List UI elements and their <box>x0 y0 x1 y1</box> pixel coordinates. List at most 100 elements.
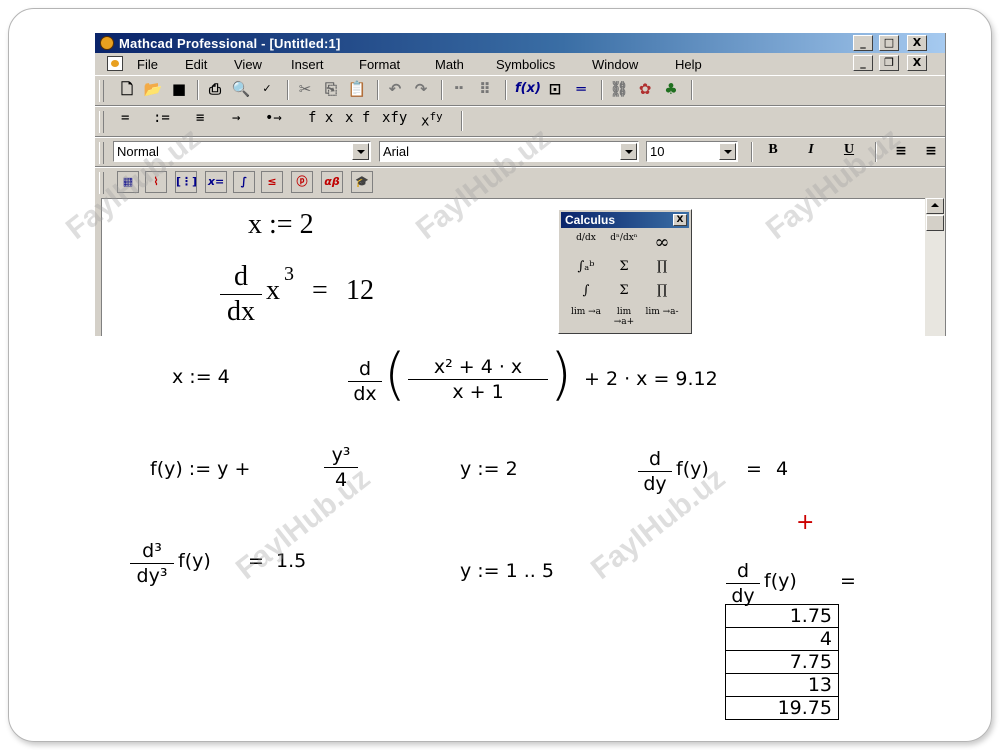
align-across-icon[interactable]: ⠒ <box>449 80 469 98</box>
calculus-palette-titlebar[interactable]: Calculus X <box>561 212 689 228</box>
vertical-scrollbar[interactable] <box>925 198 945 336</box>
spell-check-icon[interactable]: ✓ <box>257 80 277 98</box>
definite-integral-button[interactable]: ∫ₐᵇ <box>569 256 603 278</box>
cut-icon[interactable]: ✂ <box>295 80 315 98</box>
worksheet[interactable]: x := 2 d dx x 3 = 12 <box>101 198 926 336</box>
minimize-button[interactable]: _ <box>853 35 873 51</box>
symbolic-eval-button[interactable]: → <box>232 110 240 126</box>
scroll-up-icon[interactable] <box>926 198 944 214</box>
maximize-button[interactable]: □ <box>879 35 899 51</box>
toolbar-grip[interactable] <box>99 80 104 102</box>
font-size-select[interactable]: 10 <box>646 141 738 162</box>
menu-symbolics[interactable]: Symbolics <box>496 57 555 72</box>
menu-edit[interactable]: Edit <box>185 57 207 72</box>
undo-icon[interactable]: ↶ <box>385 80 405 98</box>
align-center-icon[interactable]: ≡ <box>921 142 941 160</box>
component-wizard-icon[interactable]: ✿ <box>635 80 655 98</box>
menu-window[interactable]: Window <box>592 57 638 72</box>
deriv-result: 1.5 <box>276 550 307 572</box>
palette-close-button[interactable]: X <box>673 214 687 226</box>
right-limit-button[interactable]: lim →a+ <box>607 306 641 329</box>
definition-button[interactable]: := <box>153 110 170 126</box>
treefix-operator-button[interactable]: xfy <box>421 110 443 130</box>
infix-operator-button[interactable]: xfy <box>382 110 407 126</box>
programming-palette-icon[interactable]: ⓟ <box>291 171 313 193</box>
save-icon[interactable]: ■ <box>169 80 189 98</box>
eq1-lhs: x <box>248 209 262 240</box>
graph-palette-icon[interactable]: ⌇ <box>145 171 167 193</box>
open-folder-icon[interactable]: 📂 <box>143 80 163 98</box>
doc-restore-button[interactable]: ❐ <box>879 55 899 71</box>
font-select[interactable]: Arial <box>379 141 639 162</box>
calculator-palette-icon[interactable]: ▦ <box>117 171 139 193</box>
doc-minimize-button[interactable]: _ <box>853 55 873 71</box>
menu-format[interactable]: Format <box>359 57 400 72</box>
copy-icon[interactable]: ⎘ <box>321 80 341 98</box>
eq-third-derivative: d³ dy³ f(y) = 1.5 <box>130 540 360 592</box>
document-icon[interactable] <box>107 56 123 71</box>
chevron-down-icon[interactable] <box>352 143 369 160</box>
greek-palette-icon[interactable]: αβ <box>321 171 343 193</box>
style-select[interactable]: Normal <box>113 141 371 162</box>
menu-math[interactable]: Math <box>435 57 464 72</box>
menu-view[interactable]: View <box>234 57 262 72</box>
range-product-button[interactable]: ∏ <box>645 280 679 302</box>
chevron-down-icon[interactable] <box>719 143 736 160</box>
eval-equals-button[interactable]: = <box>121 110 129 126</box>
derivative-button[interactable]: d/dx <box>569 232 603 255</box>
menu-insert[interactable]: Insert <box>291 57 324 72</box>
eq-x-define-2[interactable]: x := 2 <box>248 209 314 241</box>
product-button[interactable]: ∏ <box>645 256 679 278</box>
symbolic-palette-icon[interactable]: 🎓 <box>351 171 373 193</box>
menu-help[interactable]: Help <box>675 57 702 72</box>
calculus-palette-title: Calculus <box>565 213 616 227</box>
global-definition-button[interactable]: ≡ <box>196 110 204 126</box>
evaluation-palette-icon[interactable]: x= <box>205 171 227 193</box>
insert-function-icon[interactable]: f(x) <box>515 80 541 98</box>
underline-button[interactable]: U <box>839 142 859 158</box>
new-file-icon[interactable]: 🗋 <box>117 80 137 98</box>
calculate-icon[interactable]: ═ <box>571 80 591 98</box>
toolbar-grip[interactable] <box>99 172 104 194</box>
toolbar-separator <box>197 80 199 100</box>
eq-derivative-x3[interactable]: d dx x 3 = 12 <box>220 261 420 331</box>
insert-unit-icon[interactable]: ⊡ <box>545 80 565 98</box>
postfix-operator-button[interactable]: x f <box>345 110 370 126</box>
menu-file[interactable]: File <box>137 57 158 72</box>
left-paren: ( <box>384 342 406 407</box>
title-bar[interactable]: Mathcad Professional - [Untitled:1] _ □ … <box>95 33 945 53</box>
prefix-operator-button[interactable]: f x <box>308 110 333 126</box>
italic-button[interactable]: I <box>801 142 821 158</box>
deriv-numerator: d <box>648 448 662 470</box>
chevron-down-icon[interactable] <box>620 143 637 160</box>
left-limit-button[interactable]: lim →a- <box>645 306 679 329</box>
matrix-palette-icon[interactable]: [⋮] <box>175 171 197 193</box>
boolean-palette-icon[interactable]: ≤ <box>261 171 283 193</box>
deriv-equals: = <box>248 550 264 572</box>
calculus-palette-icon[interactable]: ∫ <box>233 171 255 193</box>
print-icon[interactable]: ⎙ <box>205 80 225 98</box>
doc-close-button[interactable]: X <box>907 55 927 71</box>
indefinite-integral-button[interactable]: ∫ <box>569 280 603 302</box>
keyword-eval-button[interactable]: •→ <box>265 110 282 126</box>
scroll-thumb[interactable] <box>926 215 944 231</box>
cube-fraction: y³ 4 <box>324 444 358 491</box>
align-left-icon[interactable]: ≡ <box>891 142 911 160</box>
nth-derivative-button[interactable]: dⁿ/dxⁿ <box>607 232 641 255</box>
limit-button[interactable]: lim →a <box>569 306 603 329</box>
close-button[interactable]: X <box>907 35 927 51</box>
deriv-numerator: d <box>358 358 372 380</box>
toolbar-grip[interactable] <box>99 111 104 133</box>
align-down-icon[interactable]: ⠿ <box>475 80 495 98</box>
insert-hyperlink-icon[interactable]: ⛓ <box>609 80 629 98</box>
run-script-icon[interactable]: ♣ <box>661 80 681 98</box>
print-preview-icon[interactable]: 🔍 <box>231 80 251 98</box>
redo-icon[interactable]: ↷ <box>411 80 431 98</box>
paste-icon[interactable]: 📋 <box>347 80 367 98</box>
bold-button[interactable]: B <box>763 142 783 158</box>
infinity-button[interactable]: ∞ <box>645 232 679 254</box>
table-cell: 13 <box>725 673 839 697</box>
summation-button[interactable]: Σ <box>607 256 641 278</box>
range-summation-button[interactable]: Σ <box>607 280 641 302</box>
toolbar-grip[interactable] <box>99 142 104 164</box>
